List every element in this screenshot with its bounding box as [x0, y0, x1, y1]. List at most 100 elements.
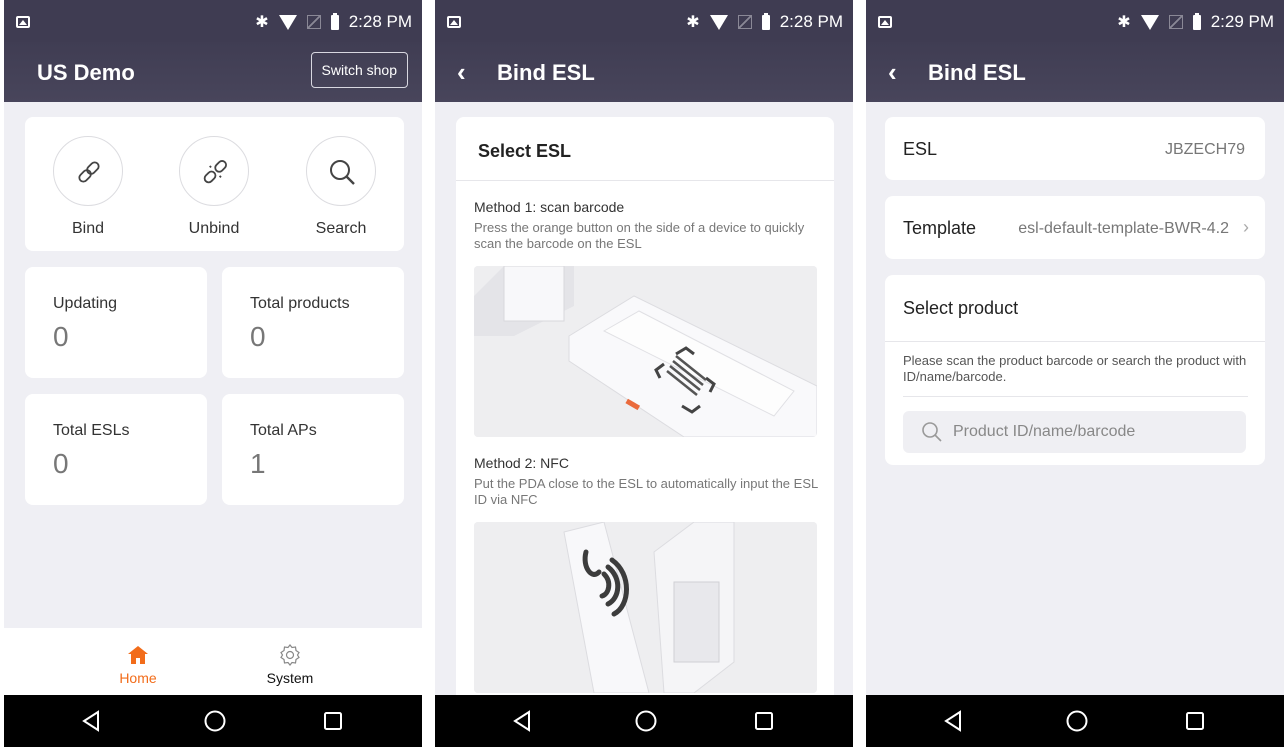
battery-icon: [1192, 12, 1201, 30]
unlink-icon: [203, 160, 227, 184]
battery-icon: [761, 12, 770, 30]
status-time: 2:29 PM: [1210, 12, 1274, 31]
home-screen: ✱ 2:28 PM US Demo Switch shop Bind Unbin…: [4, 0, 422, 747]
back-nav-icon[interactable]: [80, 709, 102, 733]
wifi-icon: [1140, 14, 1159, 30]
unbind-button[interactable]: Unbind: [169, 136, 259, 238]
method2-description: Put the PDA close to the ESL to automati…: [474, 476, 818, 507]
bind-button[interactable]: Bind: [43, 136, 133, 238]
stat-label: Total products: [250, 295, 350, 312]
method2-title: Method 2: NFC: [474, 455, 569, 471]
stat-card-total-esls[interactable]: Total ESLs 0: [25, 394, 207, 505]
scan-illustration-image: [474, 266, 817, 437]
bluetooth-icon: ✱: [686, 14, 700, 31]
select-esl-screen: ✱ 2:28 PM ‹ Bind ESL Select ESL Method 1…: [435, 0, 853, 747]
status-time: 2:28 PM: [348, 12, 412, 31]
tab-home[interactable]: Home: [93, 640, 183, 686]
search-label: Search: [315, 220, 367, 237]
page-title: US Demo: [37, 60, 135, 85]
section-title: Select ESL: [478, 141, 572, 161]
bind-label: Bind: [71, 220, 105, 237]
app-header: US Demo Switch shop: [4, 42, 422, 102]
page-title: Bind ESL: [928, 60, 1026, 85]
tab-system-label: System: [266, 670, 314, 686]
switch-shop-button[interactable]: Switch shop: [310, 52, 408, 88]
method1-title: Method 1: scan barcode: [474, 199, 625, 215]
app-header: ‹ Bind ESL: [866, 42, 1284, 102]
nfc-illustration-image: [474, 522, 817, 693]
bind-esl-screen: ✱ 2:29 PM ‹ Bind ESL ESL JBZECH79 Templa…: [866, 0, 1284, 747]
status-time: 2:28 PM: [779, 12, 843, 31]
battery-icon: [330, 12, 339, 30]
home-icon: [128, 646, 148, 664]
recents-nav-icon[interactable]: [753, 709, 775, 733]
template-value: esl-default-template-BWR-4.2: [1018, 220, 1229, 237]
stat-value: 0: [53, 321, 69, 352]
nfc-illustration: [474, 522, 817, 693]
page-title: Bind ESL: [497, 60, 595, 85]
barcode-scan-illustration: [474, 266, 817, 437]
esl-row: ESL JBZECH79: [885, 117, 1265, 180]
divider: [903, 396, 1248, 397]
gallery-notification-icon: [16, 16, 30, 28]
stat-card-total-aps[interactable]: Total APs 1: [222, 394, 404, 505]
tab-home-label: Home: [119, 670, 157, 686]
esl-label: ESL: [903, 139, 938, 159]
home-nav-icon[interactable]: [203, 709, 227, 733]
chevron-right-icon: ›: [1243, 217, 1249, 237]
unbind-label: Unbind: [188, 220, 240, 237]
no-signal-icon: [306, 15, 321, 29]
gallery-notification-icon: [447, 16, 461, 28]
action-card: Bind Unbind Search: [25, 117, 404, 251]
android-nav-bar: [866, 695, 1284, 747]
search-button[interactable]: Search: [296, 136, 386, 238]
bluetooth-icon: ✱: [255, 14, 269, 31]
select-esl-card: Select ESL Method 1: scan barcode Press …: [456, 117, 834, 717]
stat-value: 0: [53, 448, 69, 479]
home-nav-icon[interactable]: [634, 709, 658, 733]
select-product-card: Select product Please scan the product b…: [885, 275, 1265, 465]
status-bar: ✱ 2:28 PM: [4, 0, 422, 42]
stat-card-updating[interactable]: Updating 0: [25, 267, 207, 378]
android-nav-bar: [435, 695, 853, 747]
select-product-title: Select product: [903, 298, 1019, 318]
stat-label: Total ESLs: [53, 422, 130, 439]
stat-label: Total APs: [250, 422, 317, 439]
recents-nav-icon[interactable]: [322, 709, 344, 733]
product-hint: Please scan the product barcode or searc…: [903, 353, 1247, 384]
stat-card-total-products[interactable]: Total products 0: [222, 267, 404, 378]
back-nav-icon[interactable]: [511, 709, 533, 733]
home-nav-icon[interactable]: [1065, 709, 1089, 733]
method1-description: Press the orange button on the side of a…: [474, 220, 805, 251]
gallery-notification-icon: [878, 16, 892, 28]
tab-system[interactable]: System: [245, 640, 335, 686]
no-signal-icon: [1168, 15, 1183, 29]
wifi-icon: [709, 14, 728, 30]
search-icon: [922, 422, 942, 442]
esl-value: JBZECH79: [1164, 141, 1245, 158]
bottom-tab-bar: Home System: [4, 628, 422, 695]
android-nav-bar: [4, 695, 422, 747]
back-arrow-icon[interactable]: ‹: [888, 57, 897, 88]
divider: [885, 341, 1265, 342]
product-search-box[interactable]: [903, 411, 1246, 453]
search-icon: [330, 160, 355, 185]
divider: [456, 180, 834, 181]
template-label: Template: [903, 218, 977, 238]
back-nav-icon[interactable]: [942, 709, 964, 733]
link-icon: [78, 161, 100, 183]
status-bar: ✱ 2:29 PM: [866, 0, 1284, 42]
status-bar: ✱ 2:28 PM: [435, 0, 853, 42]
stat-value: 1: [250, 448, 266, 479]
stat-value: 0: [250, 321, 266, 352]
product-search-input[interactable]: [953, 411, 1233, 453]
template-row[interactable]: Template esl-default-template-BWR-4.2 ›: [885, 196, 1265, 259]
app-header: ‹ Bind ESL: [435, 42, 853, 102]
stat-label: Updating: [53, 295, 118, 312]
wifi-icon: [278, 14, 297, 30]
gear-icon: [280, 644, 300, 666]
recents-nav-icon[interactable]: [1184, 709, 1206, 733]
no-signal-icon: [737, 15, 752, 29]
bluetooth-icon: ✱: [1117, 14, 1131, 31]
back-arrow-icon[interactable]: ‹: [457, 57, 466, 88]
